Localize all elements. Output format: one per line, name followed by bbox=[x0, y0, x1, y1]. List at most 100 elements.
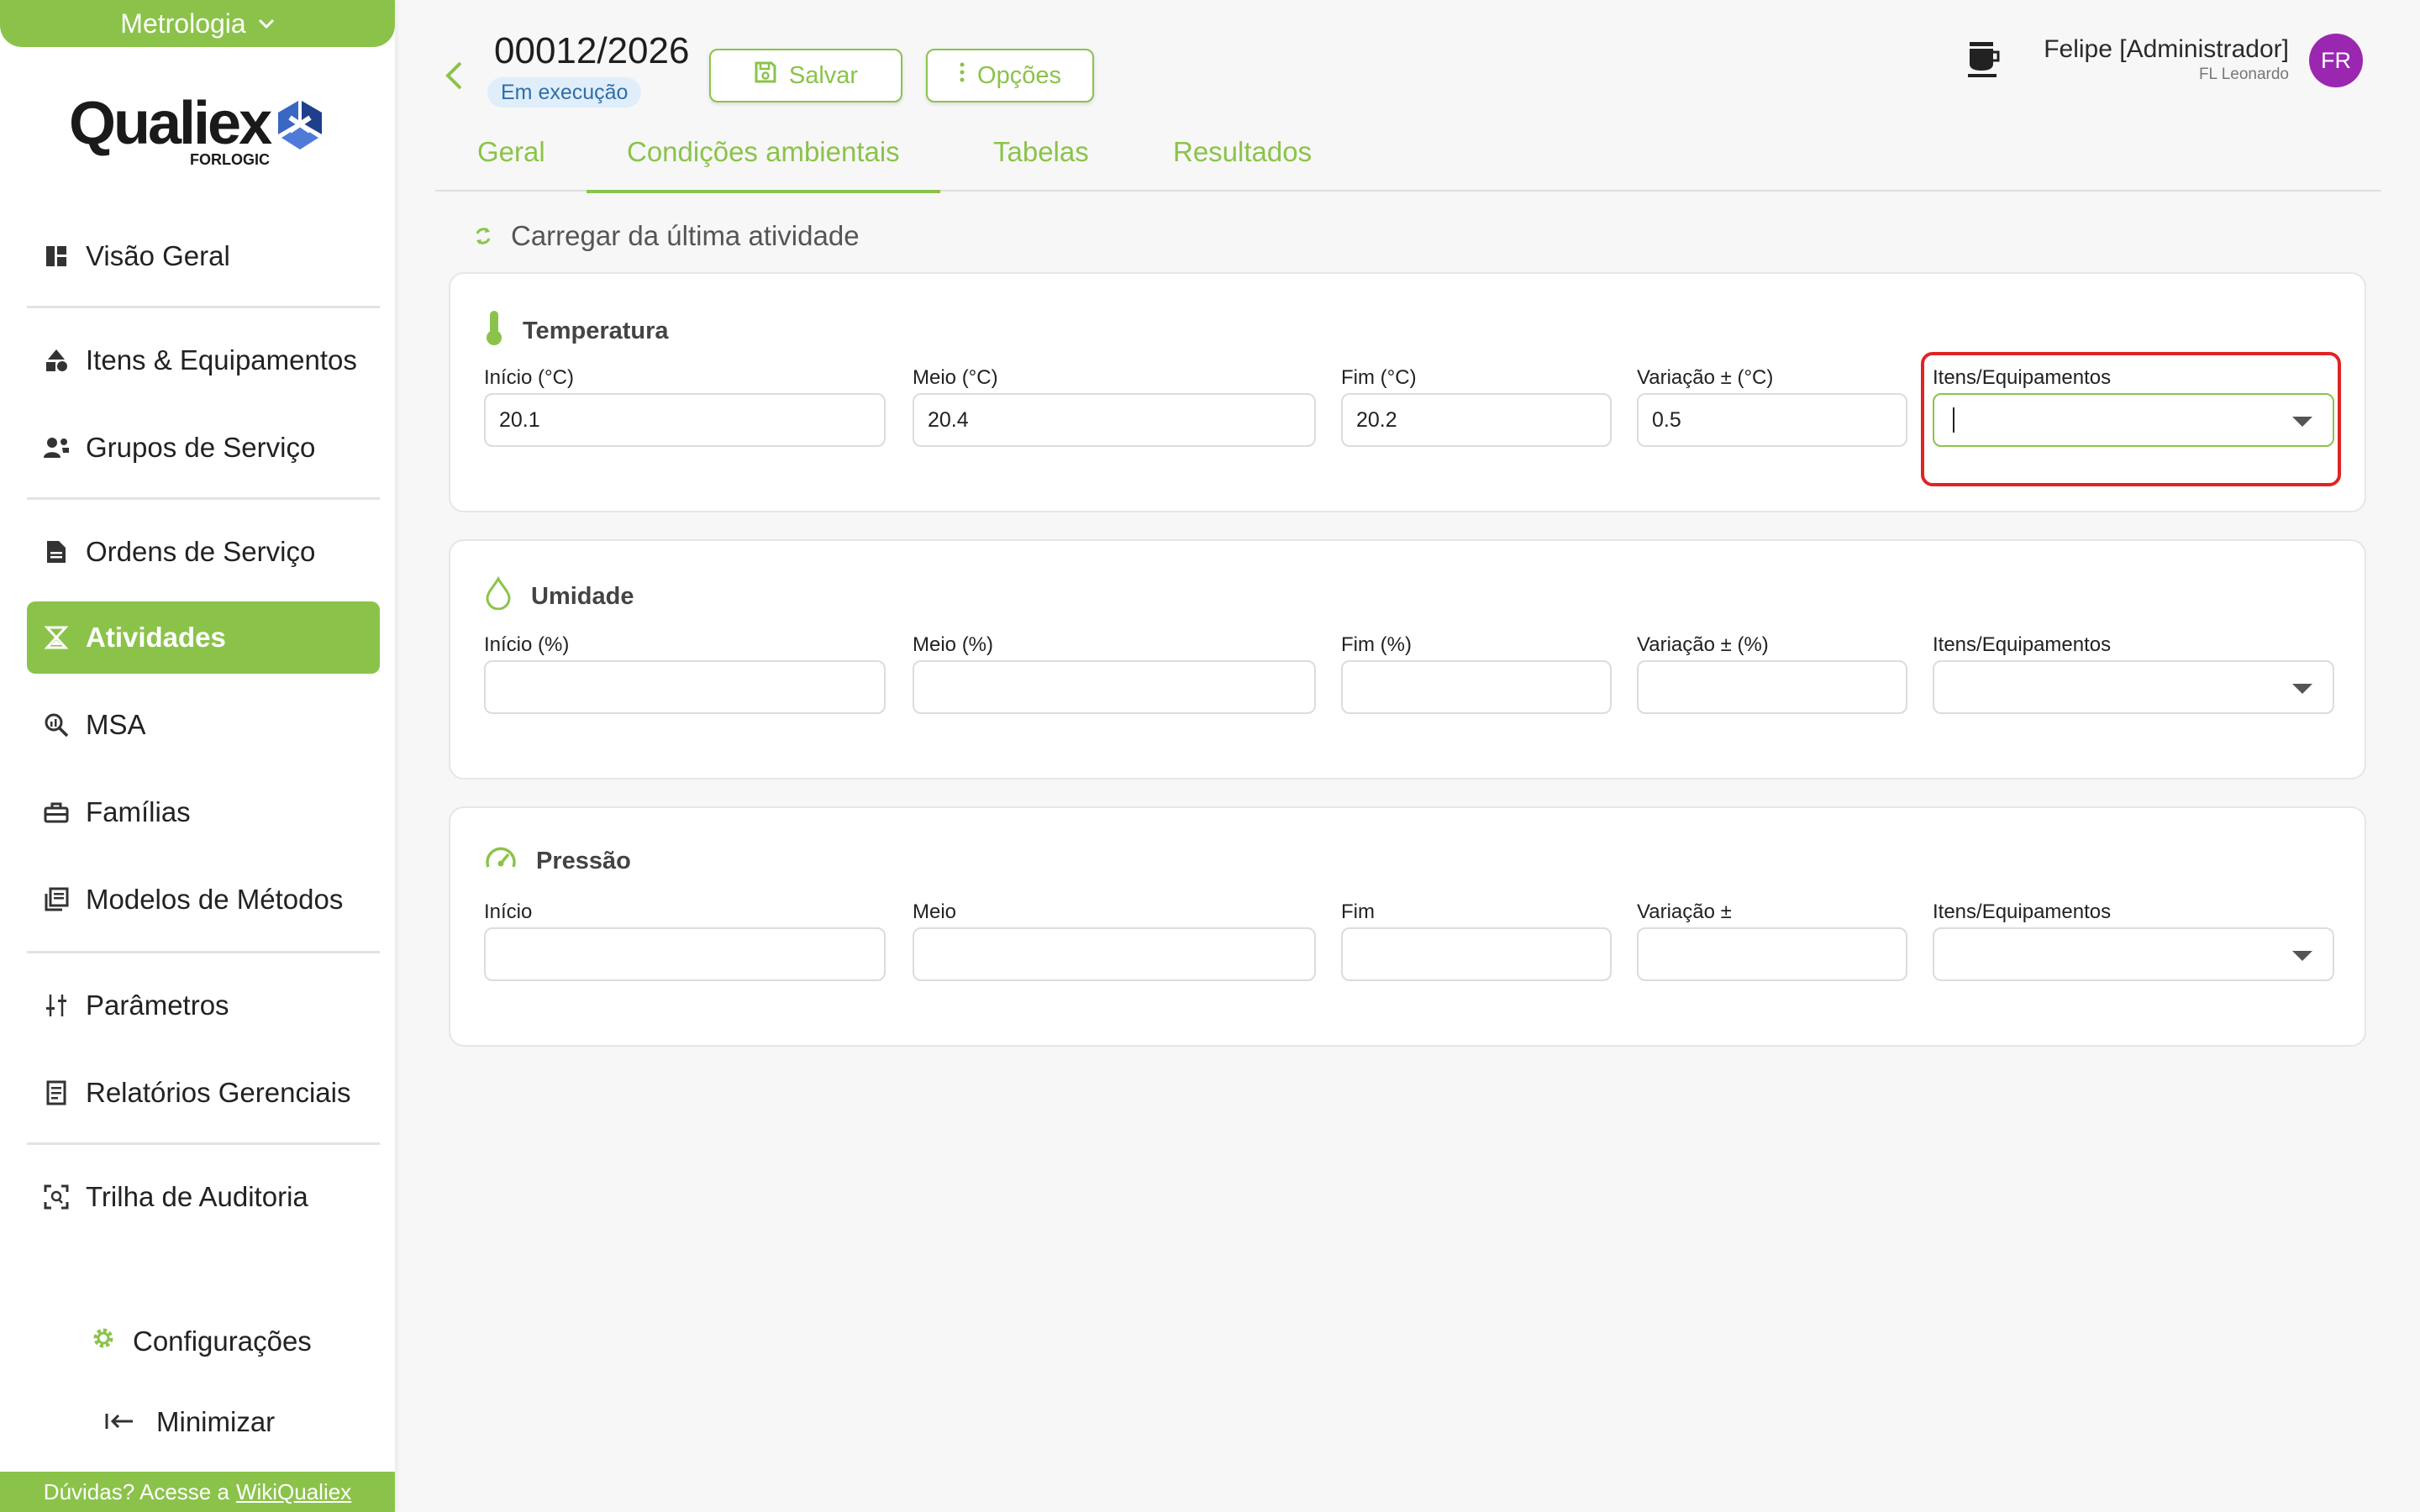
sidebar-item-label: Parâmetros bbox=[86, 990, 229, 1021]
settings-link[interactable]: Configurações bbox=[91, 1326, 312, 1357]
sidebar-item-msa[interactable]: MSA bbox=[27, 689, 380, 761]
load-last-label: Carregar da última atividade bbox=[511, 220, 860, 251]
equipment-label: Itens/Equipamentos bbox=[1933, 633, 2112, 656]
sidebar-item-management-reports[interactable]: Relatórios Gerenciais bbox=[27, 1057, 380, 1129]
refresh-icon bbox=[474, 220, 492, 252]
more-vertical-icon bbox=[959, 61, 965, 90]
options-label: Opções bbox=[977, 61, 1061, 89]
help-bar: Dúvidas? Acesse a WikiQualiex bbox=[0, 1472, 395, 1512]
start-label: Início bbox=[484, 900, 533, 923]
tab-general[interactable]: Geral bbox=[477, 136, 545, 190]
sidebar-item-label: Famílias bbox=[86, 796, 191, 827]
pressure-middle-input[interactable] bbox=[913, 927, 1316, 981]
variation-label: Variação ± (°C) bbox=[1637, 366, 1774, 389]
pressure-variation-input[interactable] bbox=[1637, 927, 1907, 981]
sidebar-item-label: Atividades bbox=[86, 622, 226, 653]
shapes-icon bbox=[42, 346, 71, 375]
variation-label: Variação ± bbox=[1637, 900, 1732, 923]
user-group-icon bbox=[42, 433, 71, 462]
sidebar-item-overview[interactable]: Visão Geral bbox=[27, 220, 380, 292]
humidity-variation-input[interactable] bbox=[1637, 660, 1907, 714]
sidebar-item-label: Itens & Equipamentos bbox=[86, 344, 357, 375]
end-label: Fim (°C) bbox=[1341, 366, 1417, 389]
gear-icon bbox=[91, 1326, 116, 1357]
save-button[interactable]: Salvar bbox=[709, 49, 902, 102]
end-label: Fim bbox=[1341, 900, 1375, 923]
pressure-end-input[interactable] bbox=[1341, 927, 1612, 981]
humidity-equipment-select[interactable] bbox=[1933, 660, 2334, 714]
sliders-icon bbox=[42, 991, 71, 1020]
user-organization: FL Leonardo bbox=[2198, 66, 2289, 83]
sidebar-item-method-models[interactable]: Modelos de Métodos bbox=[27, 864, 380, 936]
load-last-activity-button[interactable]: Carregar da última atividade bbox=[474, 220, 860, 252]
sidebar-item-label: Trilha de Auditoria bbox=[86, 1181, 308, 1212]
pressure-equipment-select[interactable] bbox=[1933, 927, 2334, 981]
end-label: Fim (%) bbox=[1341, 633, 1412, 656]
sidebar-item-label: Ordens de Serviço bbox=[86, 536, 316, 567]
sidebar-item-label: Grupos de Serviço bbox=[86, 432, 316, 463]
humidity-start-input[interactable] bbox=[484, 660, 886, 714]
sidebar-item-label: Relatórios Gerenciais bbox=[86, 1077, 351, 1108]
page-title: 00012/2026 bbox=[494, 30, 690, 71]
module-selector[interactable]: Metrologia bbox=[0, 0, 395, 47]
tab-environmental-conditions[interactable]: Condições ambientais bbox=[587, 136, 940, 193]
temperature-middle-input[interactable]: 20.4 bbox=[913, 393, 1316, 447]
divider bbox=[27, 306, 380, 308]
sidebar-item-audit-trail[interactable]: Trilha de Auditoria bbox=[27, 1161, 380, 1233]
humidity-end-input[interactable] bbox=[1341, 660, 1612, 714]
start-label: Início (°C) bbox=[484, 366, 574, 389]
pressure-start-input[interactable] bbox=[484, 927, 886, 981]
logo-mark-icon bbox=[278, 101, 322, 150]
sidebar-item-label: MSA bbox=[86, 709, 146, 740]
module-label: Metrologia bbox=[120, 8, 246, 39]
middle-label: Meio (%) bbox=[913, 633, 994, 656]
save-label: Salvar bbox=[788, 61, 859, 89]
middle-label: Meio bbox=[913, 900, 957, 923]
humidity-middle-input[interactable] bbox=[913, 660, 1316, 714]
minimize-sidebar-button[interactable]: Minimizar bbox=[104, 1406, 275, 1438]
hourglass-icon bbox=[42, 623, 71, 652]
status-badge: Em execução bbox=[487, 77, 642, 108]
qualiex-logo: Qualiex FORLOGIC bbox=[69, 89, 329, 173]
library-icon bbox=[42, 885, 71, 914]
pressure-card: Pressão Início Meio Fim Variação ± Itens… bbox=[449, 806, 2366, 1047]
sidebar-item-service-groups[interactable]: Grupos de Serviço bbox=[27, 412, 380, 484]
help-text: Dúvidas? Acesse a bbox=[43, 1478, 229, 1504]
minimize-label: Minimizar bbox=[156, 1406, 276, 1437]
avatar[interactable]: FR bbox=[2309, 34, 2363, 87]
sidebar-item-items-equipment[interactable]: Itens & Equipamentos bbox=[27, 324, 380, 396]
back-button[interactable] bbox=[439, 55, 469, 96]
coffee-cup-icon[interactable] bbox=[1965, 39, 2002, 79]
magnify-chart-icon bbox=[42, 711, 71, 739]
temperature-start-input[interactable]: 20.1 bbox=[484, 393, 886, 447]
divider bbox=[27, 1142, 380, 1145]
divider bbox=[27, 951, 380, 953]
tab-bar: Geral Condições ambientais Tabelas Resul… bbox=[435, 126, 2381, 193]
sidebar-item-parameters[interactable]: Parâmetros bbox=[27, 969, 380, 1042]
dashboard-icon bbox=[42, 242, 71, 270]
gauge-icon bbox=[484, 843, 518, 879]
water-drop-icon bbox=[484, 575, 513, 617]
sidebar-item-families[interactable]: Famílias bbox=[27, 776, 380, 848]
dropdown-arrow-icon bbox=[2292, 951, 2312, 961]
sidebar: Metrologia Qualiex FORLOGIC Visão Geral … bbox=[0, 0, 395, 1512]
divider bbox=[27, 497, 380, 500]
temperature-variation-input[interactable]: 0.5 bbox=[1637, 393, 1907, 447]
tab-tables[interactable]: Tabelas bbox=[993, 136, 1089, 190]
user-name: Felipe [Administrador] bbox=[2044, 35, 2289, 63]
wiki-link[interactable]: WikiQualiex bbox=[236, 1479, 351, 1505]
variation-label: Variação ± (%) bbox=[1637, 633, 1769, 656]
settings-label: Configurações bbox=[133, 1326, 312, 1357]
sidebar-item-activities[interactable]: Atividades bbox=[27, 601, 380, 674]
options-button[interactable]: Opções bbox=[926, 49, 1094, 102]
chevron-down-icon bbox=[258, 13, 275, 34]
thermometer-icon bbox=[484, 309, 504, 353]
section-title: Umidade bbox=[484, 575, 634, 617]
sidebar-item-label: Visão Geral bbox=[86, 240, 230, 271]
temperature-end-input[interactable]: 20.2 bbox=[1341, 393, 1612, 447]
collapse-left-icon bbox=[104, 1406, 134, 1438]
sidebar-item-service-orders[interactable]: Ordens de Serviço bbox=[27, 516, 380, 588]
floppy-disk-icon bbox=[754, 60, 777, 91]
report-icon bbox=[42, 1079, 71, 1107]
tab-results[interactable]: Resultados bbox=[1173, 136, 1312, 190]
